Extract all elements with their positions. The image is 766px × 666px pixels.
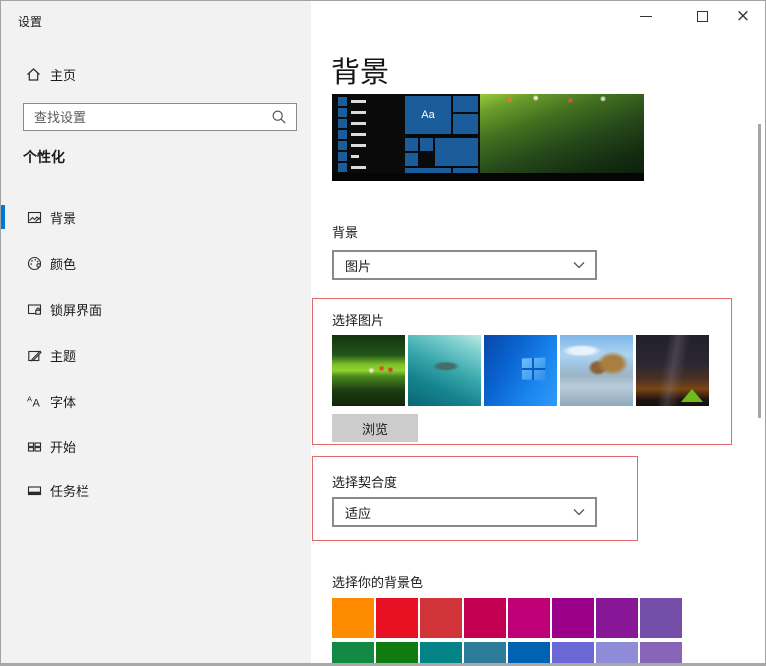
sidebar-item-taskbar[interactable]: 任务栏 [1,472,311,508]
background-type-value: 图片 [345,258,372,274]
sidebar-item-start[interactable]: 开始 [1,428,311,464]
maximize-button[interactable] [683,1,721,31]
sidebar-item-fonts[interactable]: A A 字体 [1,383,311,419]
background-preview-image: Aa [332,94,644,181]
search-settings-box [23,103,297,131]
sidebar-item-label: 背景 [50,210,77,226]
choose-fit-label: 选择契合度 [332,475,398,490]
theme-icon [28,349,42,362]
sidebar-item-label: 主题 [50,348,77,364]
color-swatch[interactable] [332,642,374,663]
selected-accent-bar [1,205,5,229]
background-type-dropdown[interactable]: 图片 [332,250,597,280]
thumbnail-underwater[interactable] [408,335,481,406]
color-swatch[interactable] [464,642,506,663]
svg-text:A: A [33,397,41,409]
fonts-icon: A A [27,394,41,409]
color-swatch[interactable] [464,598,506,638]
thumbnail-windows-blue[interactable] [484,335,557,406]
color-swatch[interactable] [332,598,374,638]
home-icon [27,67,40,81]
sidebar-item-label: 开始 [50,439,77,455]
preview-taskbar [332,173,644,181]
thumbnail-beach[interactable] [560,335,633,406]
color-swatch[interactable] [640,598,682,638]
search-icon[interactable] [271,109,287,125]
start-layout-icon [27,441,42,452]
vertical-scrollbar-thumb[interactable] [758,124,761,418]
taskbar-icon [27,485,42,495]
minimize-button[interactable] [627,1,665,31]
preview-desktop-photo [480,94,644,174]
sidebar-item-label: 主页 [50,67,77,83]
color-swatch[interactable] [376,642,418,663]
color-swatch[interactable] [508,598,550,638]
color-swatch[interactable] [596,642,638,663]
sidebar-item-label: 锁屏界面 [50,302,103,318]
minimize-icon [640,15,652,17]
sidebar-item-background[interactable]: 背景 [1,199,311,235]
sidebar-item-label: 颜色 [50,256,77,272]
close-icon: × [735,5,751,26]
fit-dropdown[interactable]: 适应 [332,497,597,527]
sidebar-section-title: 个性化 [23,149,65,165]
color-swatch-row-2 [332,642,682,663]
sidebar: 设置 主页 个性化 背景 [1,1,311,663]
picture-thumbnails [332,335,709,406]
choose-color-label: 选择你的背景色 [332,575,424,590]
color-swatch[interactable] [420,598,462,638]
color-swatch-row-1 [332,598,682,638]
color-swatch[interactable] [552,642,594,663]
choose-picture-label: 选择图片 [332,313,385,328]
lock-screen-icon [27,303,42,315]
page-title: 背景 [331,57,390,89]
sidebar-item-label: 字体 [50,394,77,410]
sidebar-item-label: 任务栏 [50,483,90,499]
preview-tile-aa: Aa [405,96,451,134]
sidebar-item-home[interactable]: 主页 [25,59,76,89]
close-button[interactable]: × [723,1,763,31]
sidebar-item-themes[interactable]: 主题 [1,337,311,373]
fit-value: 适应 [345,505,372,521]
chevron-down-icon [573,262,585,269]
svg-text:A: A [27,394,32,403]
color-swatch[interactable] [596,598,638,638]
browse-button[interactable]: 浏览 [332,414,418,442]
window-title: 设置 [18,15,43,29]
thumbnail-night-sky[interactable] [636,335,709,406]
sidebar-item-colors[interactable]: 颜色 [1,245,311,281]
thumbnail-green-valley[interactable] [332,335,405,406]
maximize-icon [696,10,708,22]
color-swatch[interactable] [640,642,682,663]
color-swatch[interactable] [552,598,594,638]
search-input[interactable] [24,109,271,125]
chevron-down-icon [573,509,585,516]
background-dropdown-label: 背景 [332,225,359,240]
settings-window: 设置 主页 个性化 背景 [0,0,766,666]
color-swatch[interactable] [420,642,462,663]
palette-icon [27,256,42,270]
sidebar-item-lock-screen[interactable]: 锁屏界面 [1,291,311,327]
color-swatch[interactable] [376,598,418,638]
picture-icon [27,211,42,223]
color-swatch[interactable] [508,642,550,663]
